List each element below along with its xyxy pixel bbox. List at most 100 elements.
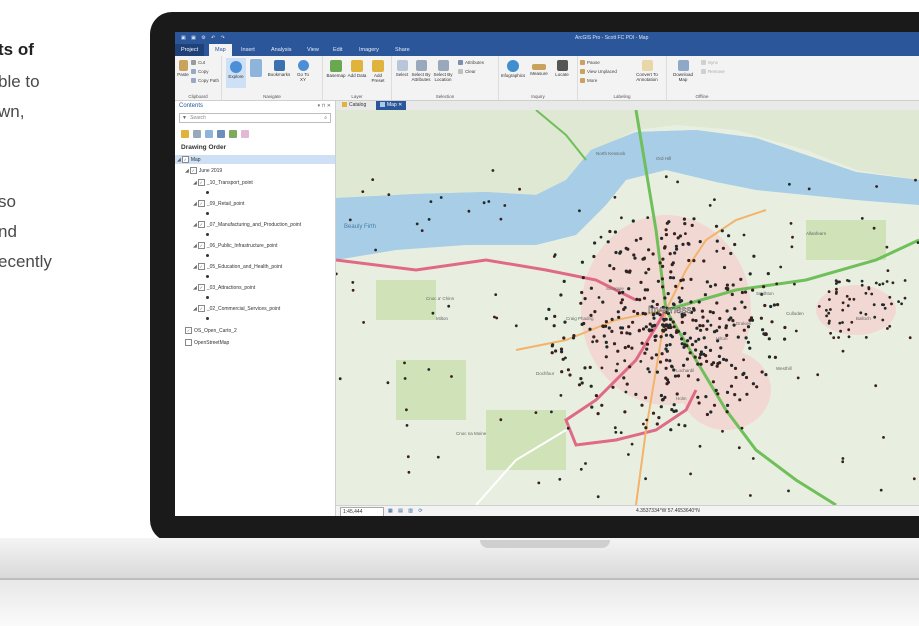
poi-point[interactable] (518, 187, 521, 191)
poi-point[interactable] (789, 222, 793, 225)
poi-point[interactable] (692, 308, 696, 312)
poi-point[interactable] (619, 250, 623, 254)
poi-point[interactable] (640, 341, 644, 345)
poi-point[interactable] (683, 331, 687, 335)
poi-point[interactable] (690, 343, 694, 347)
poi-point[interactable] (841, 457, 845, 460)
poi-point[interactable] (621, 290, 625, 294)
poi-point[interactable] (881, 318, 885, 322)
poi-point[interactable] (682, 217, 686, 221)
poi-point[interactable] (620, 331, 624, 335)
poi-point[interactable] (658, 261, 662, 265)
poi-point[interactable] (829, 308, 832, 311)
basemap-checkbox[interactable]: ✓ (185, 327, 192, 334)
poi-point[interactable] (715, 301, 719, 305)
poi-point[interactable] (790, 245, 794, 249)
poi-point[interactable] (743, 305, 747, 309)
poi-point[interactable] (680, 337, 684, 341)
collapse-caret-icon[interactable]: ◢ (193, 222, 197, 228)
poi-point[interactable] (668, 359, 672, 363)
poi-point[interactable] (338, 377, 342, 381)
poi-point[interactable] (660, 236, 664, 240)
drawing-order-icon[interactable] (181, 130, 189, 138)
poi-point[interactable] (749, 316, 754, 320)
poi-point[interactable] (749, 494, 752, 497)
poi-point[interactable] (579, 467, 583, 471)
poi-point[interactable] (663, 395, 667, 399)
poi-point[interactable] (852, 297, 856, 301)
poi-point[interactable] (579, 377, 583, 381)
poi-point[interactable] (577, 383, 582, 387)
group-item[interactable]: ◢ ✓ June 2019 (185, 167, 222, 174)
poi-point[interactable] (646, 216, 650, 219)
poi-point[interactable] (716, 392, 720, 396)
layer-item[interactable]: ◢ ✓ _03_Attractions_point (193, 284, 255, 291)
poi-point[interactable] (592, 254, 596, 259)
poi-point[interactable] (583, 297, 587, 301)
poi-point[interactable] (725, 309, 729, 313)
layer-checkbox[interactable]: ✓ (197, 221, 205, 228)
poi-point[interactable] (582, 321, 586, 326)
poi-point[interactable] (701, 324, 705, 328)
poi-point[interactable] (835, 287, 838, 291)
poi-point[interactable] (704, 345, 708, 349)
select-button[interactable]: Select (394, 60, 410, 77)
poi-point[interactable] (660, 277, 664, 281)
poi-point[interactable] (676, 374, 681, 378)
poi-point[interactable] (705, 412, 709, 417)
poi-point[interactable] (544, 317, 548, 321)
poi-point[interactable] (722, 357, 726, 361)
poi-point[interactable] (670, 263, 674, 267)
poi-point[interactable] (564, 356, 567, 360)
poi-point[interactable] (671, 276, 676, 280)
poi-point[interactable] (675, 247, 679, 251)
poi-point[interactable] (642, 296, 647, 300)
poi-point[interactable] (721, 429, 724, 433)
view-unplaced-button[interactable]: View Unplaced (580, 69, 617, 75)
copy-button[interactable]: Copy (191, 69, 209, 75)
poi-point[interactable] (680, 286, 684, 290)
poi-point[interactable] (632, 309, 636, 313)
poi-point[interactable] (742, 328, 746, 332)
poi-point[interactable] (903, 279, 907, 282)
poi-point[interactable] (590, 405, 594, 409)
poi-point[interactable] (613, 230, 617, 234)
layer-item[interactable]: ◢ ✓ _06_Public_Infrastructure_point (193, 242, 277, 249)
poi-point[interactable] (841, 460, 845, 464)
poi-point[interactable] (740, 290, 744, 295)
poi-point[interactable] (405, 424, 409, 427)
poi-point[interactable] (711, 380, 715, 384)
poi-point[interactable] (612, 267, 616, 271)
poi-point[interactable] (717, 354, 721, 358)
poi-point[interactable] (494, 293, 498, 296)
poi-point[interactable] (638, 298, 642, 302)
poi-point[interactable] (597, 296, 601, 299)
poi-point[interactable] (783, 325, 787, 330)
poi-point[interactable] (612, 342, 617, 346)
poi-point[interactable] (740, 426, 744, 430)
poi-point[interactable] (691, 318, 695, 322)
poi-point[interactable] (670, 408, 674, 412)
poi-point[interactable] (653, 338, 657, 342)
poi-point[interactable] (690, 223, 694, 227)
poi-point[interactable] (837, 336, 840, 339)
poi-point[interactable] (847, 335, 851, 339)
poi-point[interactable] (660, 398, 665, 402)
poi-point[interactable] (592, 335, 596, 339)
poi-point[interactable] (841, 308, 845, 312)
poi-point[interactable] (664, 366, 668, 370)
poi-point[interactable] (708, 310, 712, 314)
poi-point[interactable] (769, 304, 773, 309)
poi-point[interactable] (681, 242, 685, 246)
poi-point[interactable] (387, 193, 391, 196)
poi-point[interactable] (656, 279, 660, 283)
poi-point[interactable] (439, 196, 443, 199)
poi-point[interactable] (701, 315, 705, 319)
poi-point[interactable] (696, 378, 700, 382)
poi-point[interactable] (703, 293, 707, 297)
poi-point[interactable] (839, 329, 842, 333)
poi-point[interactable] (725, 390, 730, 394)
poi-point[interactable] (673, 251, 677, 255)
poi-point[interactable] (348, 218, 352, 222)
poi-point[interactable] (719, 346, 723, 350)
